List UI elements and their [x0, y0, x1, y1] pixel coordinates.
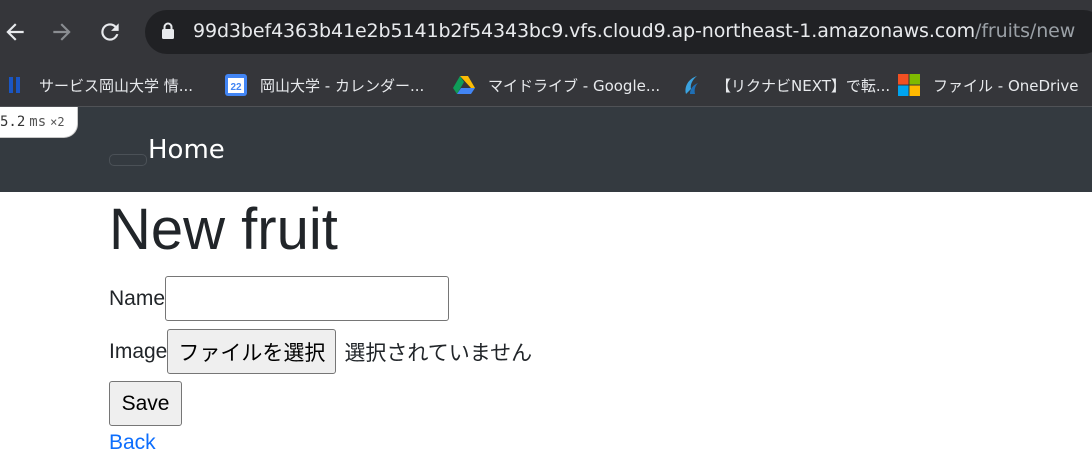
bookmark-onedrive[interactable]: ファイル - OneDrive: [897, 64, 1078, 106]
forward-arrow-icon[interactable]: [47, 14, 77, 50]
microsoft-icon: [897, 73, 921, 97]
choose-file-button[interactable]: ファイルを選択: [167, 329, 337, 374]
back-link[interactable]: Back: [109, 431, 156, 455]
svg-text:22: 22: [230, 82, 242, 93]
name-label: Name: [109, 286, 166, 310]
okayama-univ-icon: [3, 73, 27, 97]
navbar-toggler-button[interactable]: [109, 154, 147, 166]
bookmarks-bar: サービス岡山大学 情... 22 岡山大学 - カレンダー... マイドライブ …: [0, 64, 1092, 107]
url-text: 99d3bef4363b41e2b5141b2f54343bc9.vfs.clo…: [193, 20, 1076, 42]
page-title: New fruit: [109, 197, 338, 262]
file-status-text: 選択されていません: [344, 340, 533, 365]
nav-home-link[interactable]: Home: [148, 135, 225, 165]
image-field-row: Image ファイルを選択 選択されていません: [109, 329, 532, 374]
image-label: Image: [109, 339, 168, 363]
bookmark-okayama-service[interactable]: サービス岡山大学 情...: [3, 64, 193, 106]
rikunabi-icon: [680, 73, 704, 97]
back-arrow-icon[interactable]: [0, 14, 30, 50]
debug-timing-badge[interactable]: 5.2 ms ×2: [0, 107, 78, 138]
save-button[interactable]: Save: [109, 381, 182, 426]
lock-icon: [161, 22, 175, 44]
address-bar[interactable]: 99d3bef4363b41e2b5141b2f54343bc9.vfs.clo…: [145, 10, 1092, 54]
google-drive-icon: [452, 73, 476, 97]
bookmark-rikunabi[interactable]: 【リクナビNEXT】で転...: [680, 64, 890, 106]
google-calendar-icon: 22: [224, 73, 248, 97]
name-field-row: Name: [109, 276, 450, 321]
navbar: 5.2 ms ×2 Home: [0, 107, 1092, 192]
browser-toolbar: 99d3bef4363b41e2b5141b2f54343bc9.vfs.clo…: [0, 0, 1092, 64]
reload-icon[interactable]: [95, 14, 125, 50]
bookmark-google-drive[interactable]: マイドライブ - Google...: [452, 64, 660, 106]
name-input[interactable]: [165, 276, 450, 321]
bookmark-calendar[interactable]: 22 岡山大学 - カレンダー...: [224, 64, 424, 106]
